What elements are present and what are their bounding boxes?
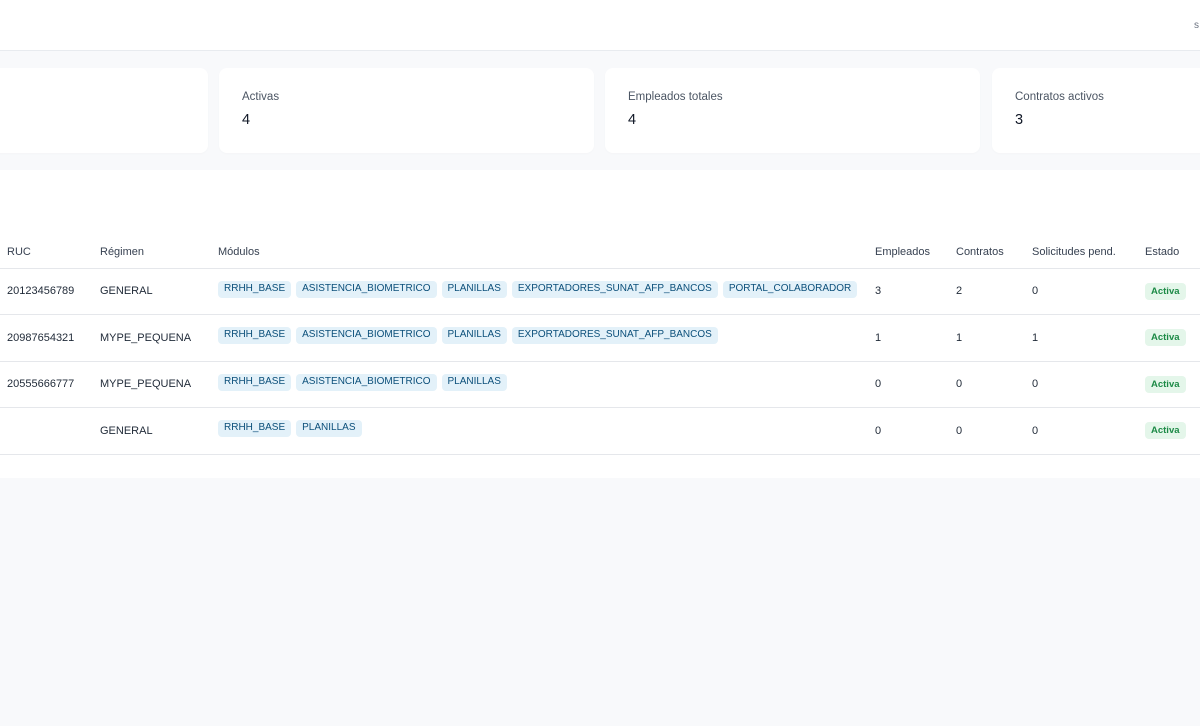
cell-modulos: RRHH_BASE ASISTENCIA_BIOMETRICO PLANILLAS E… bbox=[218, 314, 875, 362]
stat-card-employees: Empleados totales 4 bbox=[605, 68, 980, 153]
user-menu[interactable]: s bbox=[1194, 20, 1200, 31]
stat-label: Empleados totales bbox=[628, 91, 723, 103]
cell-ruc: 20123456789 bbox=[0, 268, 100, 315]
cell-estado: Activa bbox=[1145, 407, 1200, 455]
cell-modulos: RRHH_BASE ASISTENCIA_BIOMETRICO PLANILLAS bbox=[218, 361, 875, 408]
stat-label: Contratos activos bbox=[1015, 91, 1104, 103]
cell-contratos: 1 bbox=[956, 314, 1032, 362]
module-chip: EXPORTADORES_SUNAT_AFP_BANCOS bbox=[511, 280, 718, 298]
column-header-contratos: Contratos bbox=[956, 236, 1032, 269]
cell-regimen: GENERAL bbox=[100, 268, 218, 315]
table-row[interactable]: 20987654321 MYPE_PEQUENA RRHH_BASE ASISTE… bbox=[0, 314, 1200, 362]
cell-solicitudes: 0 bbox=[1032, 407, 1145, 455]
table-row[interactable]: 20123456789 GENERAL RRHH_BASE ASISTENCIA_… bbox=[0, 268, 1200, 315]
cell-regimen: MYPE_PEQUENA bbox=[100, 314, 218, 362]
module-chip: ASISTENCIA_BIOMETRICO bbox=[296, 327, 437, 344]
cell-solicitudes: 1 bbox=[1032, 314, 1145, 362]
cell-estado: Activa bbox=[1145, 361, 1200, 408]
column-header-estado: Estado bbox=[1145, 236, 1200, 269]
stat-value: 4 bbox=[242, 112, 251, 128]
cell-contratos: 2 bbox=[956, 268, 1032, 315]
cell-regimen: MYPE_PEQUENA bbox=[100, 361, 218, 408]
column-header-ruc: RUC bbox=[0, 236, 100, 269]
stat-card-companies bbox=[0, 68, 208, 153]
cell-solicitudes: 0 bbox=[1032, 361, 1145, 408]
cell-empleados: 0 bbox=[875, 361, 956, 408]
module-chip: PLANILLAS bbox=[441, 373, 507, 391]
status-badge: Activa bbox=[1145, 282, 1186, 300]
module-chip: PLANILLAS bbox=[441, 327, 507, 344]
stat-label: Activas bbox=[242, 91, 280, 103]
stat-value: 4 bbox=[628, 112, 637, 128]
companies-panel: RUC Régimen Módulos Empleados Contratos … bbox=[0, 170, 1200, 478]
table-row[interactable]: GENERAL RRHH_BASE PLANILLAS 0 0 0 Activa bbox=[0, 407, 1200, 455]
cell-contratos: 0 bbox=[956, 407, 1032, 455]
cell-regimen: GENERAL bbox=[100, 407, 218, 455]
module-chip: RRHH_BASE bbox=[218, 373, 292, 391]
cell-ruc: 20987654321 bbox=[0, 314, 100, 362]
column-header-regimen: Régimen bbox=[100, 236, 218, 269]
cell-empleados: 0 bbox=[875, 407, 956, 455]
cell-empleados: 3 bbox=[875, 268, 956, 315]
column-header-empleados: Empleados bbox=[875, 236, 956, 269]
cell-contratos: 0 bbox=[956, 361, 1032, 408]
module-chip: RRHH_BASE bbox=[218, 420, 292, 437]
cell-modulos: RRHH_BASE ASISTENCIA_BIOMETRICO PLANILLAS E… bbox=[218, 268, 875, 315]
module-chip: PLANILLAS bbox=[441, 280, 507, 298]
column-header-modulos: Módulos bbox=[218, 236, 875, 269]
module-chip: EXPORTADORES_SUNAT_AFP_BANCOS bbox=[511, 327, 718, 344]
module-chip: ASISTENCIA_BIOMETRICO bbox=[296, 373, 437, 391]
stat-card-active: Activas 4 bbox=[219, 68, 594, 153]
cell-ruc: 20555666777 bbox=[0, 361, 100, 408]
table-row[interactable]: 20555666777 MYPE_PEQUENA RRHH_BASE ASISTE… bbox=[0, 361, 1200, 408]
module-chip: PLANILLAS bbox=[296, 420, 362, 437]
cell-ruc bbox=[0, 407, 100, 455]
stat-value: 3 bbox=[1015, 112, 1024, 128]
status-badge: Activa bbox=[1145, 422, 1186, 440]
status-badge: Activa bbox=[1145, 329, 1186, 347]
table-header-row: RUC Régimen Módulos Empleados Contratos … bbox=[0, 236, 1200, 269]
module-chip: ASISTENCIA_BIOMETRICO bbox=[296, 280, 437, 298]
stat-card-contracts: Contratos activos 3 bbox=[992, 68, 1200, 153]
cell-solicitudes: 0 bbox=[1032, 268, 1145, 315]
cell-estado: Activa bbox=[1145, 268, 1200, 315]
module-chip: RRHH_BASE bbox=[218, 327, 292, 344]
companies-table: RUC Régimen Módulos Empleados Contratos … bbox=[0, 236, 1200, 455]
top-bar: s bbox=[0, 0, 1200, 51]
column-header-solicitudes: Solicitudes pend. bbox=[1032, 236, 1145, 269]
module-chip: RRHH_BASE bbox=[218, 280, 292, 298]
status-badge: Activa bbox=[1145, 375, 1186, 393]
cell-empleados: 1 bbox=[875, 314, 956, 362]
cell-estado: Activa bbox=[1145, 314, 1200, 362]
module-chip: PORTAL_COLABORADOR bbox=[722, 280, 858, 298]
cell-modulos: RRHH_BASE PLANILLAS bbox=[218, 407, 875, 455]
